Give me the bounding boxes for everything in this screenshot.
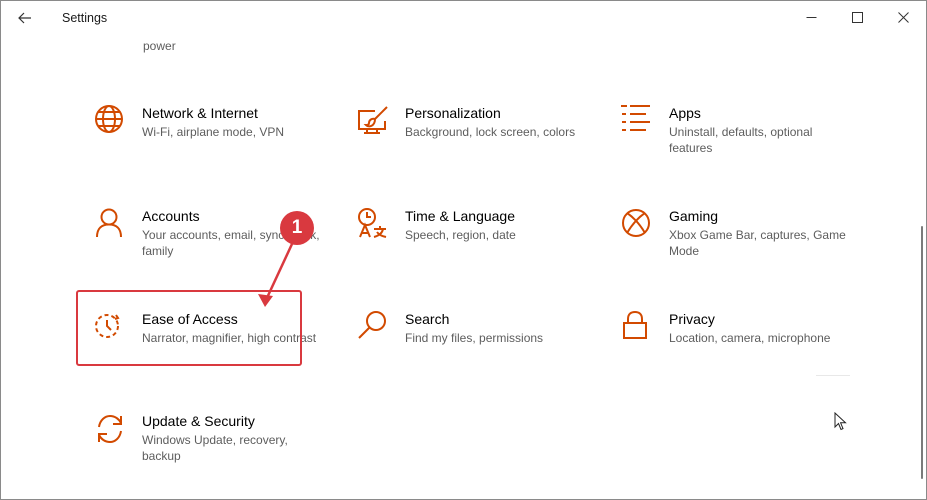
window-title: Settings <box>62 11 108 25</box>
divider <box>816 375 850 376</box>
settings-window: Settings power Network & Internet Wi-Fi,… <box>0 0 927 500</box>
back-button[interactable] <box>11 5 39 31</box>
maximize-button[interactable] <box>834 1 880 34</box>
tile-description: Windows Update, recovery, backup <box>142 433 288 463</box>
tile-update-security[interactable]: Update & Security Windows Update, recove… <box>94 413 334 493</box>
tile-privacy[interactable]: Privacy Location, camera, microphone <box>621 311 861 391</box>
tile-title: Personalization <box>405 105 501 121</box>
paint-brush-screen-icon <box>357 105 391 139</box>
globe-icon <box>94 105 128 139</box>
tile-description: Background, lock screen, colors <box>405 125 576 139</box>
time-language-icon <box>357 208 391 242</box>
tile-title: Update & Security <box>142 413 255 429</box>
minimize-icon <box>806 17 816 18</box>
tile-time-language[interactable]: Time & Language Speech, region, date <box>357 208 597 288</box>
tile-title: Time & Language <box>405 208 515 224</box>
xbox-icon <box>621 208 655 242</box>
tile-title: Accounts <box>142 208 200 224</box>
apps-list-icon <box>621 105 655 139</box>
tile-gaming[interactable]: Gaming Xbox Game Bar, captures, Game Mod… <box>621 208 861 288</box>
search-icon <box>357 311 391 345</box>
tile-description: Location, camera, microphone <box>669 331 831 345</box>
person-icon <box>94 208 128 242</box>
back-arrow-icon <box>18 12 31 24</box>
vertical-scrollbar[interactable] <box>918 34 926 499</box>
partial-tile-description: power <box>143 39 176 53</box>
title-bar: Settings <box>1 1 926 34</box>
tile-title: Apps <box>669 105 701 121</box>
tile-title: Privacy <box>669 311 715 327</box>
tile-personalization[interactable]: Personalization Background, lock screen,… <box>357 105 597 185</box>
tile-search[interactable]: Search Find my files, permissions <box>357 311 597 391</box>
sync-arrows-icon <box>94 413 128 447</box>
tile-network-internet[interactable]: Network & Internet Wi-Fi, airplane mode,… <box>94 105 334 185</box>
minimize-button[interactable] <box>788 1 834 34</box>
lock-icon <box>621 311 655 345</box>
tile-apps[interactable]: Apps Uninstall, defaults, optional featu… <box>621 105 861 185</box>
tile-description: Wi-Fi, airplane mode, VPN <box>142 125 285 139</box>
tile-description: Uninstall, defaults, optional features <box>669 125 813 155</box>
close-button[interactable] <box>880 1 926 34</box>
annotation-highlight-box <box>76 290 302 366</box>
annotation-step-badge: 1 <box>280 211 314 245</box>
tile-description: Find my files, permissions <box>405 331 544 345</box>
scrollbar-thumb[interactable] <box>921 226 923 479</box>
tile-description: Speech, region, date <box>405 228 516 242</box>
maximize-icon <box>851 12 863 23</box>
close-icon <box>897 12 909 23</box>
tile-description: Xbox Game Bar, captures, Game Mode <box>669 228 846 258</box>
tile-title: Gaming <box>669 208 719 224</box>
mouse-pointer-icon <box>834 412 847 431</box>
tile-title: Search <box>405 311 450 327</box>
tile-title: Network & Internet <box>142 105 258 121</box>
